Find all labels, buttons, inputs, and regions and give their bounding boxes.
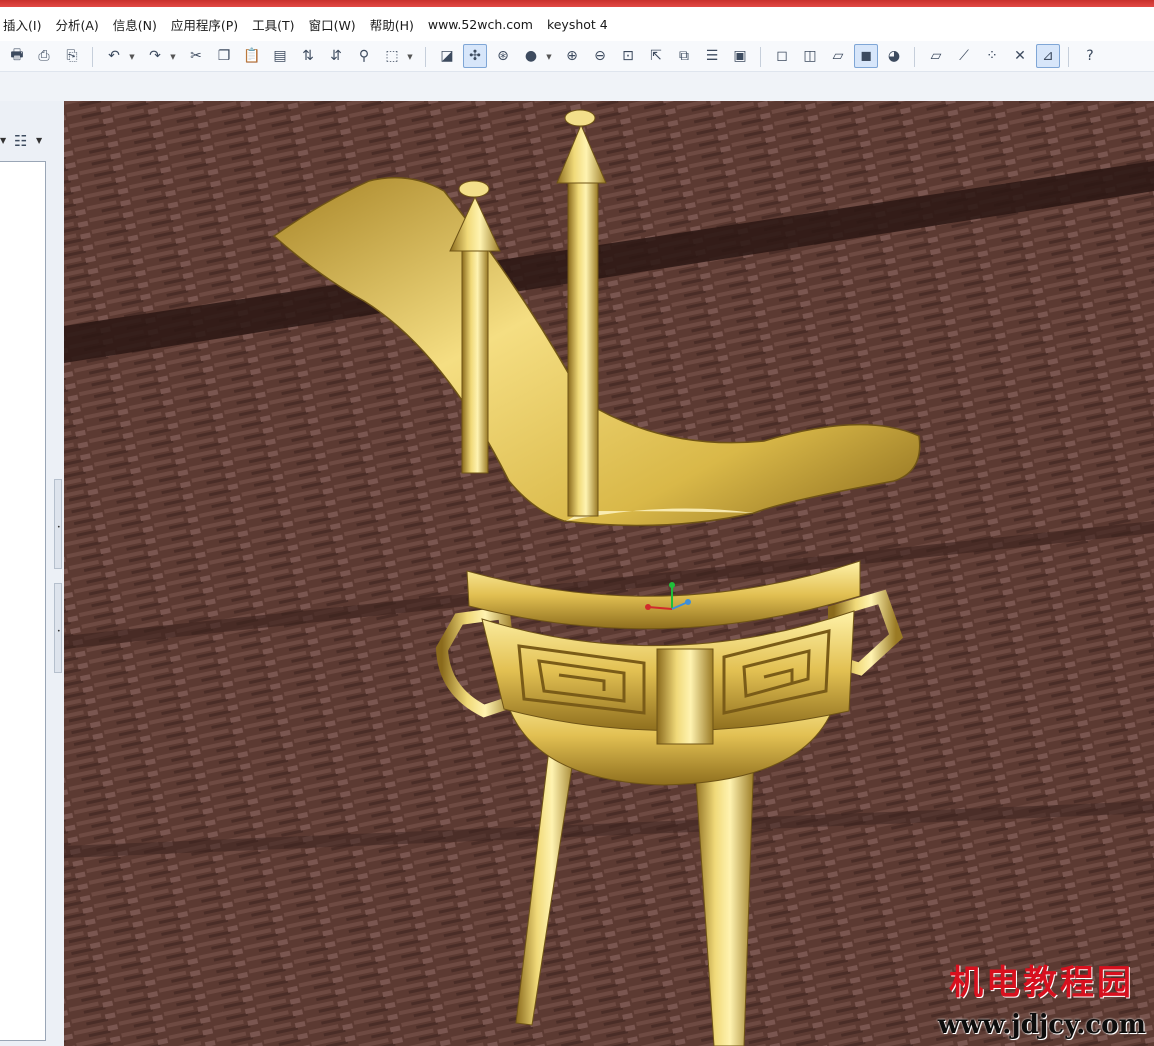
orient-mode-icon[interactable]: ⊛ xyxy=(491,44,515,68)
enhanced-realism-icon[interactable]: ◕ xyxy=(882,44,906,68)
saved-views-icon[interactable]: ⧉ xyxy=(672,44,696,68)
menu-bar: 插入(I) 分析(A) 信息(N) 应用程序(P) 工具(T) 窗口(W) 帮助… xyxy=(0,7,1154,41)
toolbar-divider xyxy=(425,47,426,67)
menu-applications[interactable]: 应用程序(P) xyxy=(171,15,238,34)
menu-insert[interactable]: 插入(I) xyxy=(3,15,41,34)
reorient-icon[interactable]: ⇱ xyxy=(644,44,668,68)
undo-dropdown-icon[interactable]: ▼ xyxy=(128,52,136,62)
undo-icon[interactable]: ↶ xyxy=(102,44,126,68)
selection-box-icon[interactable]: ⬚ xyxy=(380,44,404,68)
shading-dropdown-icon[interactable]: ▼ xyxy=(545,52,553,62)
coordinate-systems-icon[interactable]: ✕ xyxy=(1008,44,1032,68)
menu-window[interactable]: 窗口(W) xyxy=(309,15,356,34)
vessel-post-knob-left xyxy=(458,180,490,198)
main-toolbar: 🖶 ⎙ ⎘ ↶ ▼ ↷ ▼ ✂ ❐ 📋 ▤ ⇅ ⇵ ⚲ ⬚ ▼ ◪ ✣ ⊛ ● … xyxy=(0,41,1154,72)
secondary-toolbar xyxy=(0,72,1154,101)
menu-help[interactable]: 帮助(H) xyxy=(370,15,414,34)
shading-icon[interactable]: ● xyxy=(519,44,543,68)
zoom-in-icon[interactable]: ⊕ xyxy=(560,44,584,68)
model-tree-list[interactable] xyxy=(0,161,46,1041)
view-manager-icon[interactable]: ▣ xyxy=(728,44,752,68)
paste-special-icon[interactable]: ▤ xyxy=(268,44,292,68)
graphics-window[interactable]: 机电教程园 www.jdjcy.com xyxy=(64,101,1154,1046)
regenerate-manager-icon[interactable]: ⇵ xyxy=(324,44,348,68)
panel-dropdown-icon[interactable]: ▼ xyxy=(0,136,6,145)
datum-points-icon[interactable]: ⁘ xyxy=(980,44,1004,68)
tree-settings-dropdown-icon[interactable]: ▼ xyxy=(36,136,42,145)
model-render xyxy=(64,101,1154,1046)
redo-dropdown-icon[interactable]: ▼ xyxy=(169,52,177,62)
print-preview-icon[interactable]: ⎙ xyxy=(32,44,56,68)
toolbar-divider xyxy=(914,47,915,67)
shaded-icon[interactable]: ◼ xyxy=(854,44,878,68)
window-title-strip xyxy=(0,0,1154,7)
toolbar-divider xyxy=(1068,47,1069,67)
selection-dropdown-icon[interactable]: ▼ xyxy=(406,52,414,62)
datum-axes-icon[interactable]: ⟋ xyxy=(952,44,976,68)
tree-settings-icon[interactable]: ☷ xyxy=(14,132,27,150)
vessel-post-right xyxy=(567,175,599,517)
regenerate-icon[interactable]: ⇅ xyxy=(296,44,320,68)
menu-keyshot[interactable]: keyshot 4 xyxy=(547,17,608,32)
copy-icon[interactable]: ❐ xyxy=(212,44,236,68)
vessel-post-left xyxy=(461,242,489,474)
wood-table xyxy=(64,101,1154,1046)
print-icon[interactable]: 🖶 xyxy=(5,44,29,68)
panel-sash-lower[interactable]: • xyxy=(54,583,62,673)
toolbar-divider xyxy=(760,47,761,67)
datum-planes-icon[interactable]: ▱ xyxy=(924,44,948,68)
paste-icon[interactable]: 📋 xyxy=(240,44,264,68)
menu-analysis[interactable]: 分析(A) xyxy=(55,15,98,34)
watermark-cn: 机电教程园 xyxy=(949,963,1134,1003)
refit-icon[interactable]: ⊡ xyxy=(616,44,640,68)
no-hidden-icon[interactable]: ▱ xyxy=(826,44,850,68)
redo-icon[interactable]: ↷ xyxy=(143,44,167,68)
vessel-post-knob-right xyxy=(564,109,596,127)
vessel-flange xyxy=(656,648,714,745)
print-setup-icon[interactable]: ⎘ xyxy=(60,44,84,68)
panel-toolbar: ▼ ☷ ▼ xyxy=(0,130,60,154)
annotations-icon[interactable]: ⊿ xyxy=(1036,44,1060,68)
menu-info[interactable]: 信息(N) xyxy=(113,15,157,34)
menu-tools[interactable]: 工具(T) xyxy=(252,15,294,34)
watermark-url: www.jdjcy.com xyxy=(937,1010,1146,1040)
cut-icon[interactable]: ✂ xyxy=(184,44,208,68)
layers-icon[interactable]: ☰ xyxy=(700,44,724,68)
menu-52wch[interactable]: www.52wch.com xyxy=(428,17,533,32)
whats-this-icon[interactable]: ? xyxy=(1078,44,1102,68)
panel-sash-upper[interactable]: • xyxy=(54,479,62,569)
model-tree-panel: ▼ ☷ ▼ • • xyxy=(0,101,64,1046)
redraw-icon[interactable]: ◪ xyxy=(435,44,459,68)
spin-center-icon[interactable]: ✣ xyxy=(463,44,487,68)
toolbar-divider xyxy=(92,47,93,67)
find-icon[interactable]: ⚲ xyxy=(352,44,376,68)
hidden-line-icon[interactable]: ◫ xyxy=(798,44,822,68)
zoom-out-icon[interactable]: ⊖ xyxy=(588,44,612,68)
wireframe-icon[interactable]: ◻ xyxy=(770,44,794,68)
